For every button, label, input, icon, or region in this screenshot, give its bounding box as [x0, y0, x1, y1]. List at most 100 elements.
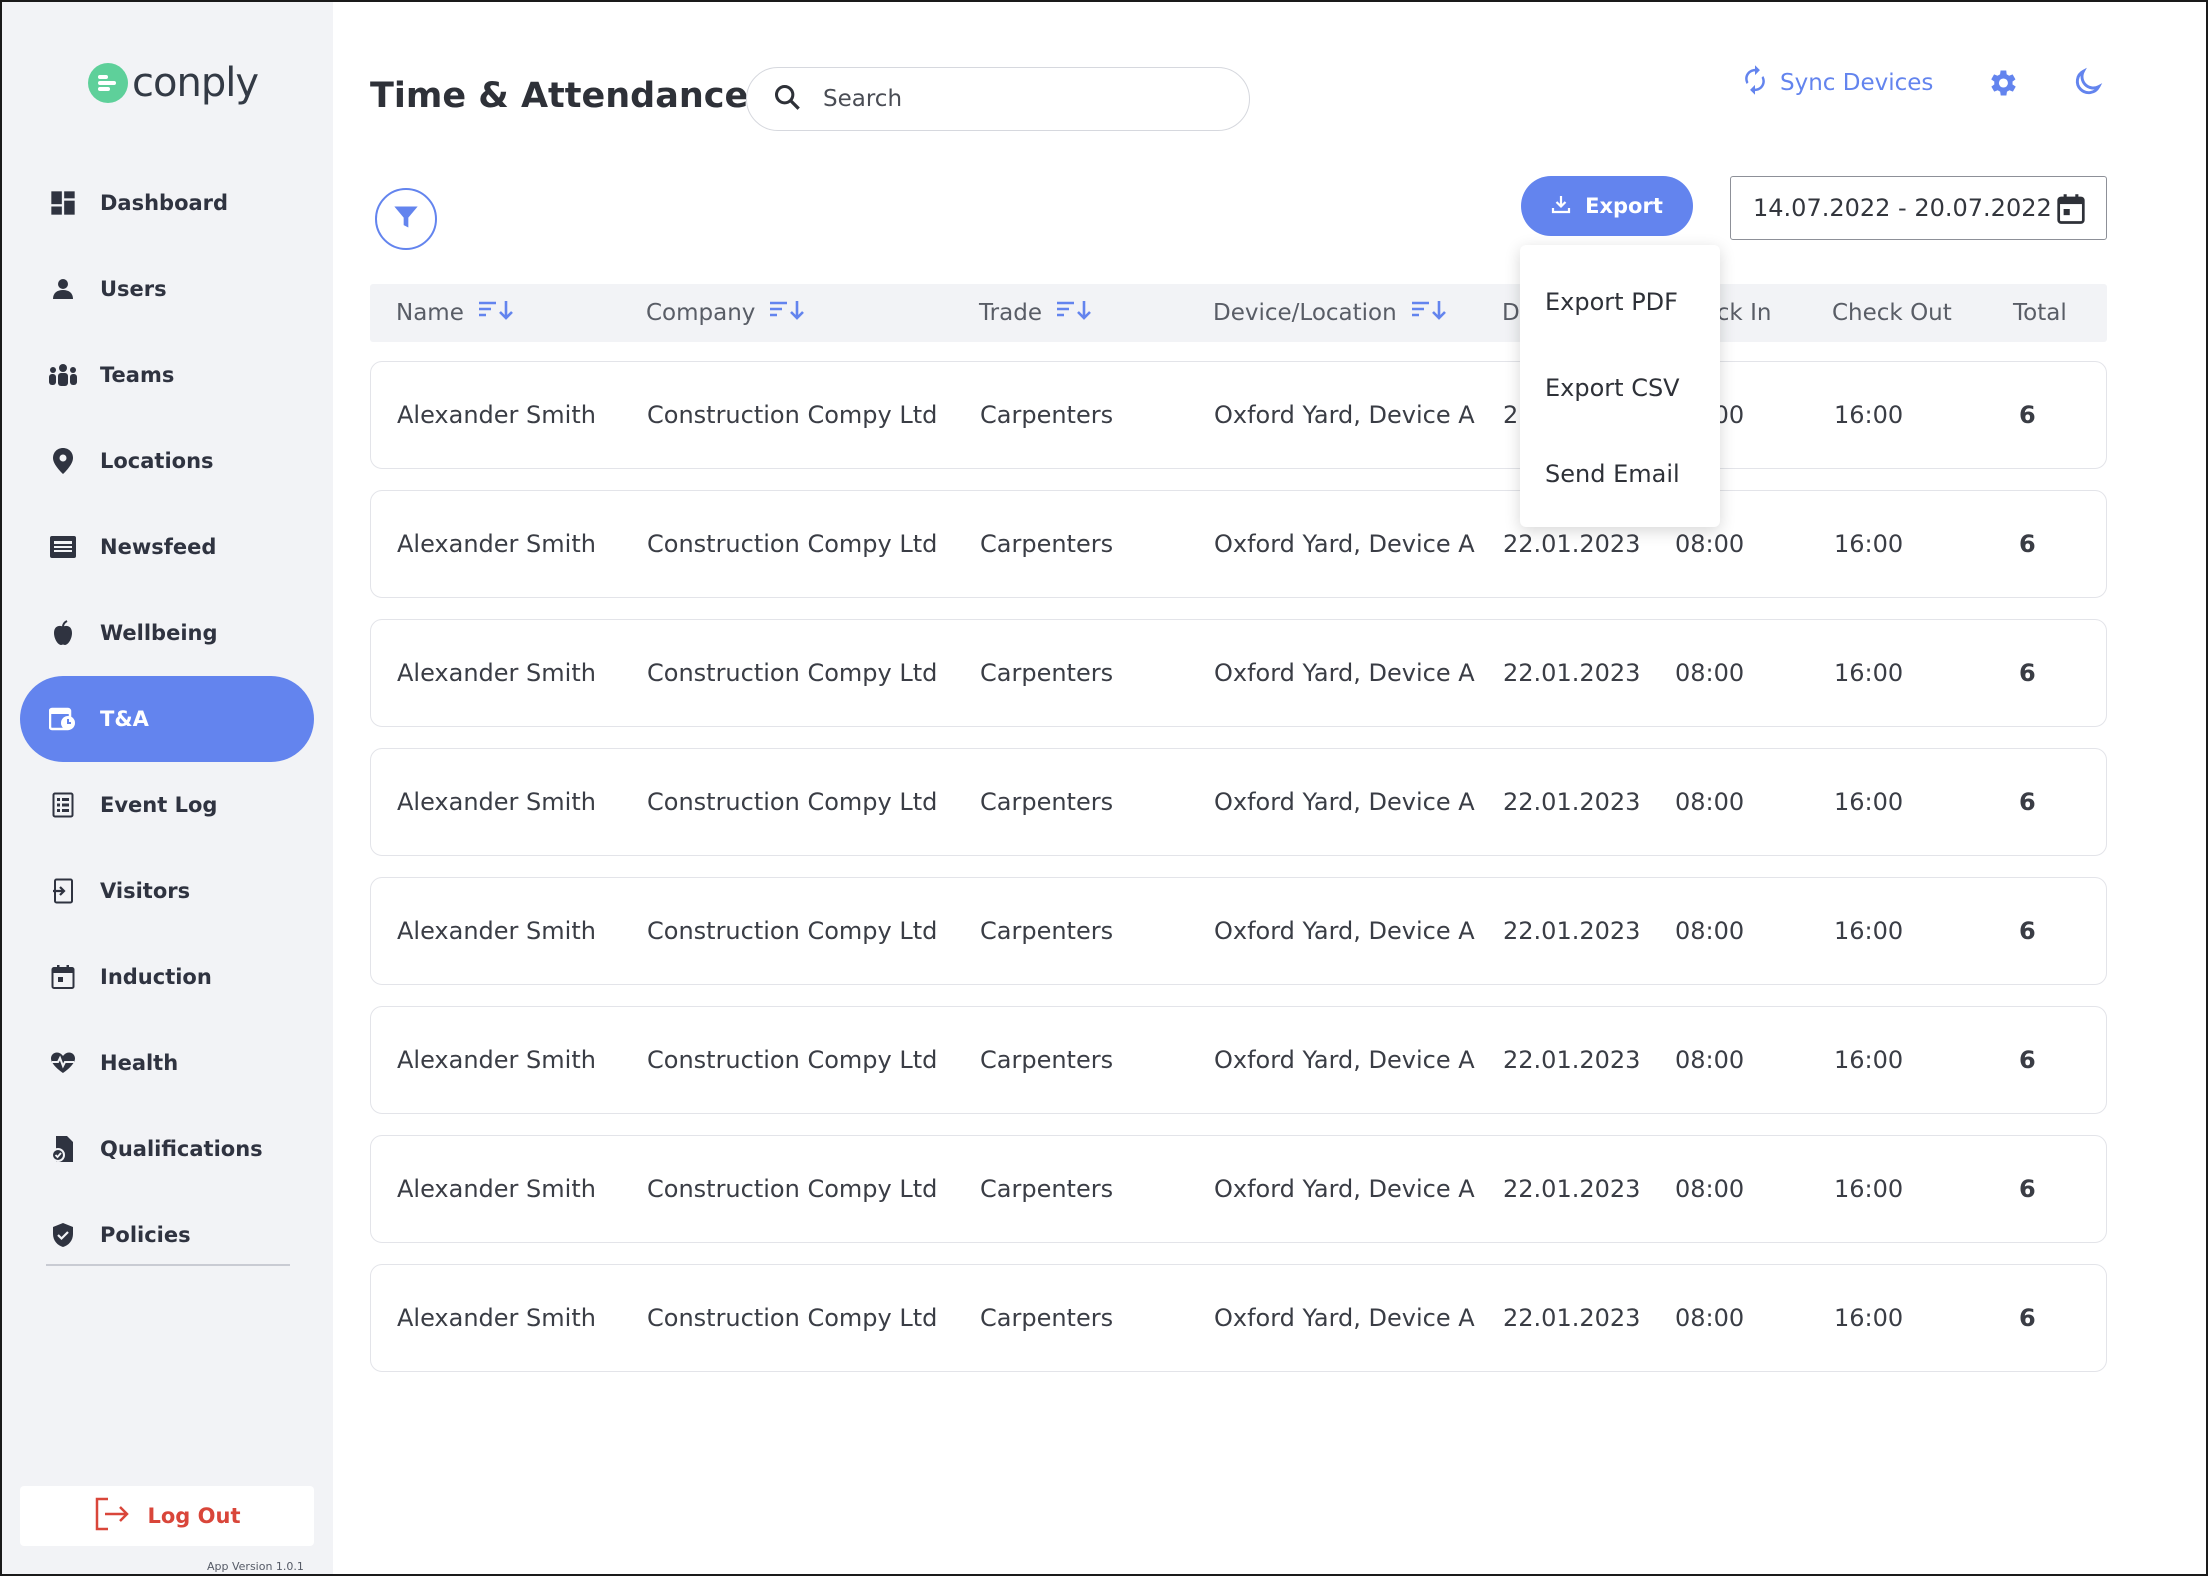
cell-device-location: Oxford Yard, Device A [1214, 1045, 1475, 1074]
cell-total: 6 [2019, 400, 2036, 429]
column-header-label: Total [2013, 300, 2067, 326]
cell-company: Construction Compy Ltd [647, 529, 938, 558]
column-header-company[interactable]: Company [646, 284, 805, 342]
sidebar-item-health[interactable]: Health [20, 1020, 314, 1106]
table-row[interactable]: Alexander Smith Construction Compy Ltd Car… [370, 1264, 2107, 1372]
sidebar-item-visitors[interactable]: Visitors [20, 848, 314, 934]
column-header-label: Check Out [1832, 300, 1952, 326]
calendar-icon [2056, 193, 2086, 231]
send-email-item[interactable]: Send Email [1520, 431, 1720, 517]
app-version: App Version 1.0.1 [207, 1560, 304, 1573]
apple-icon [48, 618, 78, 648]
sidebar-item-ta[interactable]: T&A [20, 676, 314, 762]
sidebar-item-qualifications[interactable]: Qualifications [20, 1106, 314, 1192]
filter-icon [392, 203, 420, 235]
cell-total: 6 [2019, 787, 2036, 816]
cell-date: 22.01.2023 [1503, 1303, 1641, 1332]
cell-trade: Carpenters [980, 787, 1114, 816]
logout-button[interactable]: Log Out [20, 1486, 314, 1546]
export-pdf-item[interactable]: Export PDF [1520, 259, 1720, 345]
cell-check-in: 08:00 [1675, 787, 1745, 816]
cell-device-location: Oxford Yard, Device A [1214, 529, 1475, 558]
cell-name: Alexander Smith [397, 658, 596, 687]
column-header-name[interactable]: Name [396, 284, 514, 342]
table-row[interactable]: Alexander Smith Construction Compy Ltd Car… [370, 748, 2107, 856]
sidebar-item-label: Teams [100, 363, 175, 387]
sidebar-item-locations[interactable]: Locations [20, 418, 314, 504]
sign-in-icon [48, 876, 78, 906]
location-pin-icon [48, 446, 78, 476]
export-label: Export [1585, 194, 1663, 218]
table-row[interactable]: Alexander Smith Construction Compy Ltd Car… [370, 1135, 2107, 1243]
cell-total: 6 [2019, 529, 2036, 558]
sort-icon [1411, 298, 1447, 328]
column-header-label: Company [646, 300, 756, 326]
cell-company: Construction Compy Ltd [647, 1303, 938, 1332]
sidebar-item-wellbeing[interactable]: Wellbeing [20, 590, 314, 676]
column-header-check-out[interactable]: Check Out [1832, 284, 1952, 342]
calendar-icon [48, 962, 78, 992]
cell-name: Alexander Smith [397, 916, 596, 945]
sidebar-item-dashboard[interactable]: Dashboard [20, 160, 314, 246]
app-window: conply Dashboard Users Teams Locations N… [0, 0, 2208, 1576]
cell-trade: Carpenters [980, 1303, 1114, 1332]
cell-check-in: 08:00 [1675, 1303, 1745, 1332]
logout-icon [94, 1497, 130, 1535]
cell-trade: Carpenters [980, 400, 1114, 429]
sidebar-item-induction[interactable]: Induction [20, 934, 314, 1020]
export-csv-item[interactable]: Export CSV [1520, 345, 1720, 431]
cell-trade: Carpenters [980, 1045, 1114, 1074]
cell-company: Construction Compy Ltd [647, 658, 938, 687]
filter-button[interactable] [375, 188, 437, 250]
cell-company: Construction Compy Ltd [647, 400, 938, 429]
date-range-picker[interactable]: 14.07.2022 - 20.07.2022 [1730, 176, 2107, 240]
cell-check-out: 16:00 [1834, 1303, 1904, 1332]
download-icon [1551, 194, 1571, 219]
cell-name: Alexander Smith [397, 1303, 596, 1332]
sidebar-item-teams[interactable]: Teams [20, 332, 314, 418]
cell-total: 6 [2019, 658, 2036, 687]
sort-icon [478, 298, 514, 328]
cell-total: 6 [2019, 1303, 2036, 1332]
cell-company: Construction Compy Ltd [647, 1174, 938, 1203]
dashboard-icon [48, 188, 78, 218]
table-row[interactable]: Alexander Smith Construction Compy Ltd Car… [370, 490, 2107, 598]
cell-date: 22.01.2023 [1503, 1174, 1641, 1203]
sidebar-item-label: Dashboard [100, 191, 229, 215]
date-range-value: 14.07.2022 - 20.07.2022 [1753, 194, 2052, 222]
sort-icon [1056, 298, 1092, 328]
logo-text: conply [132, 60, 259, 106]
table-row[interactable]: Alexander Smith Construction Compy Ltd Car… [370, 1006, 2107, 1114]
cell-company: Construction Compy Ltd [647, 916, 938, 945]
sidebar-item-newsfeed[interactable]: Newsfeed [20, 504, 314, 590]
sidebar-item-label: Newsfeed [100, 535, 217, 559]
settings-button[interactable] [1985, 66, 2019, 104]
newspaper-icon [48, 532, 78, 562]
cell-check-out: 16:00 [1834, 1174, 1904, 1203]
sidebar-item-users[interactable]: Users [20, 246, 314, 332]
column-header-total[interactable]: Total [2013, 284, 2067, 342]
sidebar-item-event-log[interactable]: Event Log [20, 762, 314, 848]
column-header-device-location[interactable]: Device/Location [1213, 284, 1447, 342]
cell-date: 22.01.2023 [1503, 1045, 1641, 1074]
search-bar [746, 67, 1250, 131]
cell-trade: Carpenters [980, 1174, 1114, 1203]
cell-total: 6 [2019, 1174, 2036, 1203]
column-header-trade[interactable]: Trade [979, 284, 1092, 342]
table-row[interactable]: Alexander Smith Construction Compy Ltd Car… [370, 877, 2107, 985]
sidebar-divider [46, 1264, 290, 1266]
search-input[interactable] [823, 86, 1223, 112]
shield-icon [48, 1220, 78, 1250]
export-menu: Export PDF Export CSV Send Email [1520, 245, 1720, 527]
time-attendance-icon [48, 704, 78, 734]
cell-check-out: 16:00 [1834, 400, 1904, 429]
sync-devices-button[interactable]: Sync Devices [1740, 64, 1933, 102]
table-row[interactable]: Alexander Smith Construction Compy Ltd Car… [370, 361, 2107, 469]
export-button[interactable]: Export [1521, 176, 1693, 236]
cell-check-out: 16:00 [1834, 1045, 1904, 1074]
dark-mode-toggle[interactable] [2072, 66, 2104, 102]
cell-name: Alexander Smith [397, 787, 596, 816]
table-row[interactable]: Alexander Smith Construction Compy Ltd Car… [370, 619, 2107, 727]
sidebar-item-label: Visitors [100, 879, 191, 903]
cell-check-in: 08:00 [1675, 1174, 1745, 1203]
